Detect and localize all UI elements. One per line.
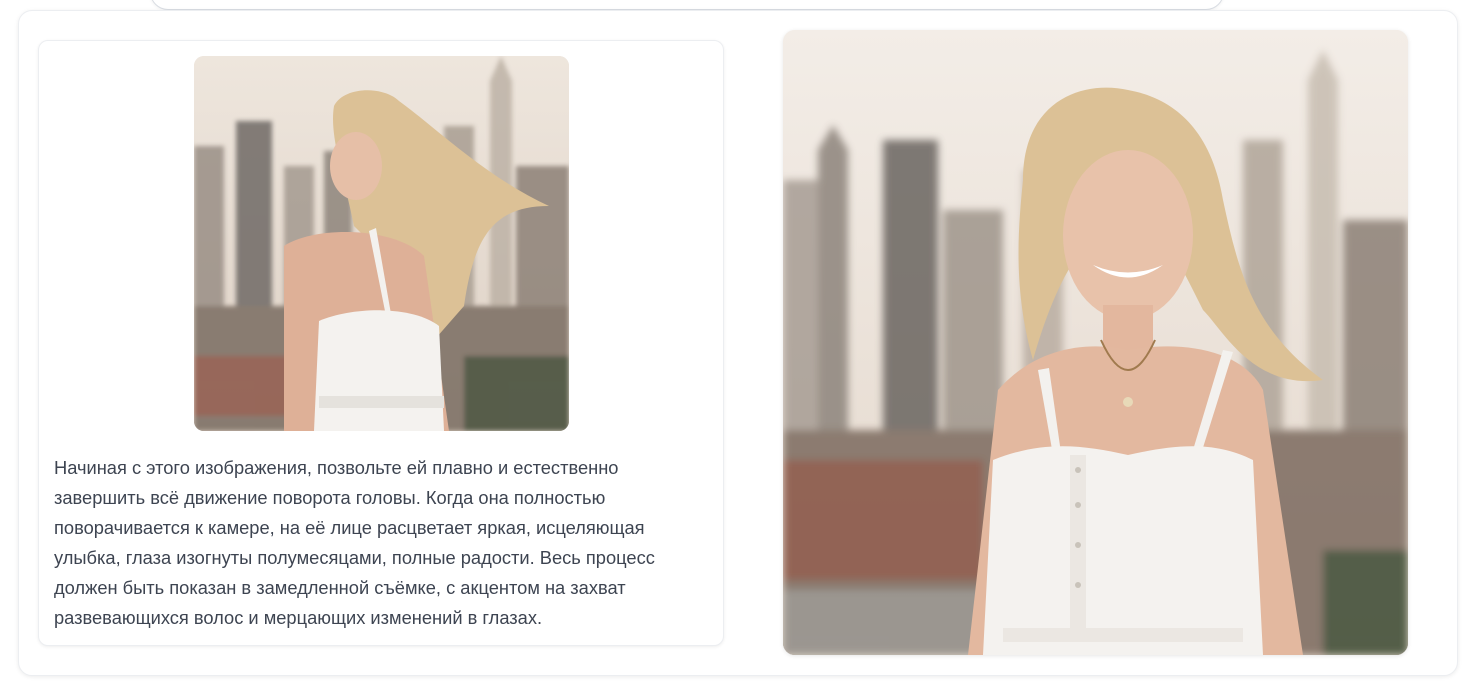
prompt-text: Начиная с этого изображения, позвольте е… [54,457,655,628]
input-image-thumbnail[interactable] [194,56,569,431]
input-image-illustration [194,56,569,431]
generated-image-illustration [783,30,1408,655]
top-input-bar [150,0,1224,10]
generated-image[interactable] [783,30,1408,655]
input-panel: Начиная с этого изображения, позвольте е… [38,40,724,646]
